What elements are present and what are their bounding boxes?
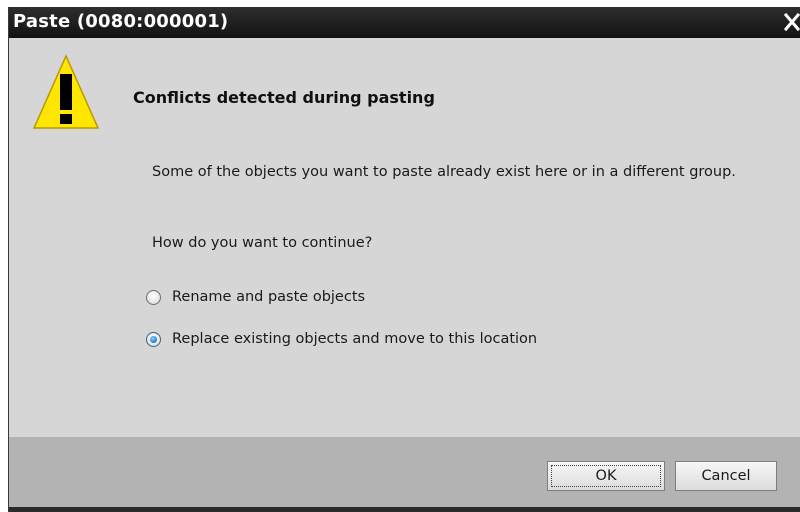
warning-icon bbox=[31, 52, 101, 132]
ok-button-label: OK bbox=[595, 468, 617, 484]
button-bar: OK Cancel bbox=[9, 437, 800, 512]
dialog-bottom-border bbox=[9, 507, 800, 512]
close-icon[interactable] bbox=[781, 9, 800, 35]
title-bar[interactable]: Paste (0080:000001) bbox=[9, 7, 800, 38]
dialog-question: How do you want to continue? bbox=[152, 235, 373, 251]
dialog-heading: Conflicts detected during pasting bbox=[133, 88, 435, 107]
window-title: Paste (0080:000001) bbox=[13, 11, 229, 32]
dialog-message: Some of the objects you want to paste al… bbox=[152, 164, 736, 180]
cancel-button[interactable]: Cancel bbox=[675, 461, 777, 491]
cancel-button-label: Cancel bbox=[701, 468, 751, 484]
paste-dialog: Paste (0080:000001) Conflicts detected d… bbox=[8, 7, 800, 512]
option-label: Replace existing objects and move to thi… bbox=[172, 331, 538, 347]
option-rename-and-paste[interactable]: Rename and paste objects bbox=[146, 289, 365, 305]
radio-replace-and-move[interactable] bbox=[146, 331, 161, 347]
ok-button[interactable]: OK bbox=[547, 461, 665, 491]
radio-rename-and-paste[interactable] bbox=[146, 289, 161, 305]
option-label: Rename and paste objects bbox=[172, 289, 366, 305]
option-replace-and-move[interactable]: Replace existing objects and move to thi… bbox=[146, 331, 537, 347]
